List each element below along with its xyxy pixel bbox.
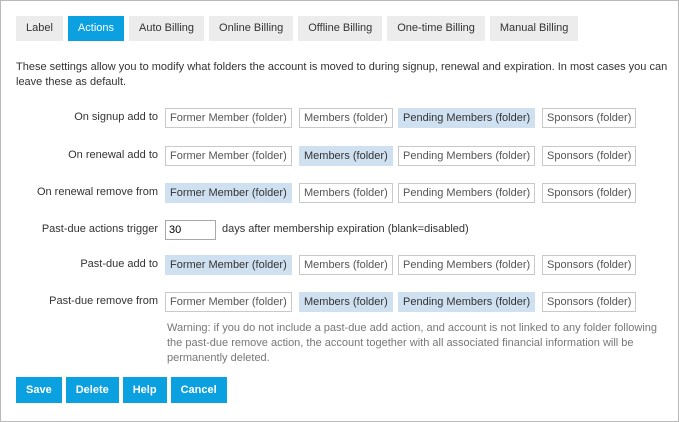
tab-manual-billing[interactable]: Manual Billing [489, 16, 579, 41]
renewal-remove-pending-members-chip[interactable]: Pending Members (folder) [398, 183, 536, 203]
renewal-remove-former-member-chip[interactable]: Former Member (folder) [165, 183, 292, 203]
pastdue-add-label: Past-due add to [80, 258, 158, 270]
renewal-remove-sponsors-chip[interactable]: Sponsors (folder) [542, 183, 637, 203]
tab-label[interactable]: Label [16, 16, 63, 41]
signup-add-pending-members-chip[interactable]: Pending Members (folder) [398, 108, 536, 128]
cancel-button[interactable]: Cancel [170, 377, 227, 403]
pastdue-trigger-row: Past-due actions trigger days after memb… [1, 220, 679, 240]
save-button[interactable]: Save [16, 377, 62, 403]
pastdue-add-members-chip[interactable]: Members (folder) [299, 255, 393, 275]
tab-online-billing[interactable]: Online Billing [209, 16, 294, 41]
pastdue-add-former-member-chip[interactable]: Former Member (folder) [165, 255, 292, 275]
signup-add-label: On signup add to [74, 111, 158, 123]
pastdue-remove-members-chip[interactable]: Members (folder) [299, 292, 393, 312]
pastdue-remove-sponsors-chip[interactable]: Sponsors (folder) [542, 292, 637, 312]
renewal-remove-label: On renewal remove from [36, 186, 158, 198]
deletion-warning: Warning: if you do not include a past-du… [167, 322, 658, 364]
intro-text: These settings allow you to modify what … [16, 61, 668, 88]
pastdue-add-pending-members-chip[interactable]: Pending Members (folder) [398, 255, 536, 275]
help-button[interactable]: Help [122, 377, 167, 403]
pastdue-days-input[interactable] [165, 220, 216, 240]
signup-add-former-member-chip[interactable]: Former Member (folder) [165, 108, 292, 128]
pastdue-add-sponsors-chip[interactable]: Sponsors (folder) [542, 255, 637, 275]
pastdue-remove-pending-members-chip[interactable]: Pending Members (folder) [398, 292, 536, 312]
tab-bar: Label Actions Auto Billing Online Billin… [16, 16, 583, 41]
renewal-add-sponsors-chip[interactable]: Sponsors (folder) [542, 146, 637, 166]
pastdue-remove-former-member-chip[interactable]: Former Member (folder) [165, 292, 292, 312]
renewal-add-pending-members-chip[interactable]: Pending Members (folder) [398, 146, 536, 166]
pastdue-remove-label: Past-due remove from [49, 295, 158, 307]
tab-offline-billing[interactable]: Offline Billing [298, 16, 383, 41]
signup-add-members-chip[interactable]: Members (folder) [299, 108, 393, 128]
renewal-remove-row: On renewal remove from Former Member (fo… [1, 183, 679, 203]
pastdue-add-row: Past-due add to Former Member (folder) M… [1, 255, 679, 275]
tab-one-time-billing[interactable]: One-time Billing [387, 16, 485, 41]
delete-button[interactable]: Delete [65, 377, 119, 403]
renewal-add-row: On renewal add to Former Member (folder)… [1, 146, 679, 166]
signup-add-sponsors-chip[interactable]: Sponsors (folder) [542, 108, 637, 128]
tab-actions[interactable]: Actions [67, 16, 124, 41]
pastdue-trigger-label: Past-due actions trigger [41, 223, 158, 235]
settings-panel: Label Actions Auto Billing Online Billin… [0, 0, 679, 422]
renewal-add-former-member-chip[interactable]: Former Member (folder) [165, 146, 292, 166]
pastdue-days-suffix: days after membership expiration (blank=… [222, 223, 469, 235]
renewal-add-label: On renewal add to [68, 149, 158, 161]
tab-auto-billing[interactable]: Auto Billing [129, 16, 205, 41]
action-buttons: Save Delete Help Cancel [16, 377, 231, 403]
renewal-remove-members-chip[interactable]: Members (folder) [299, 183, 393, 203]
pastdue-remove-row: Past-due remove from Former Member (fold… [1, 292, 679, 312]
signup-add-row: On signup add to Former Member (folder) … [1, 108, 679, 128]
renewal-add-members-chip[interactable]: Members (folder) [299, 146, 393, 166]
